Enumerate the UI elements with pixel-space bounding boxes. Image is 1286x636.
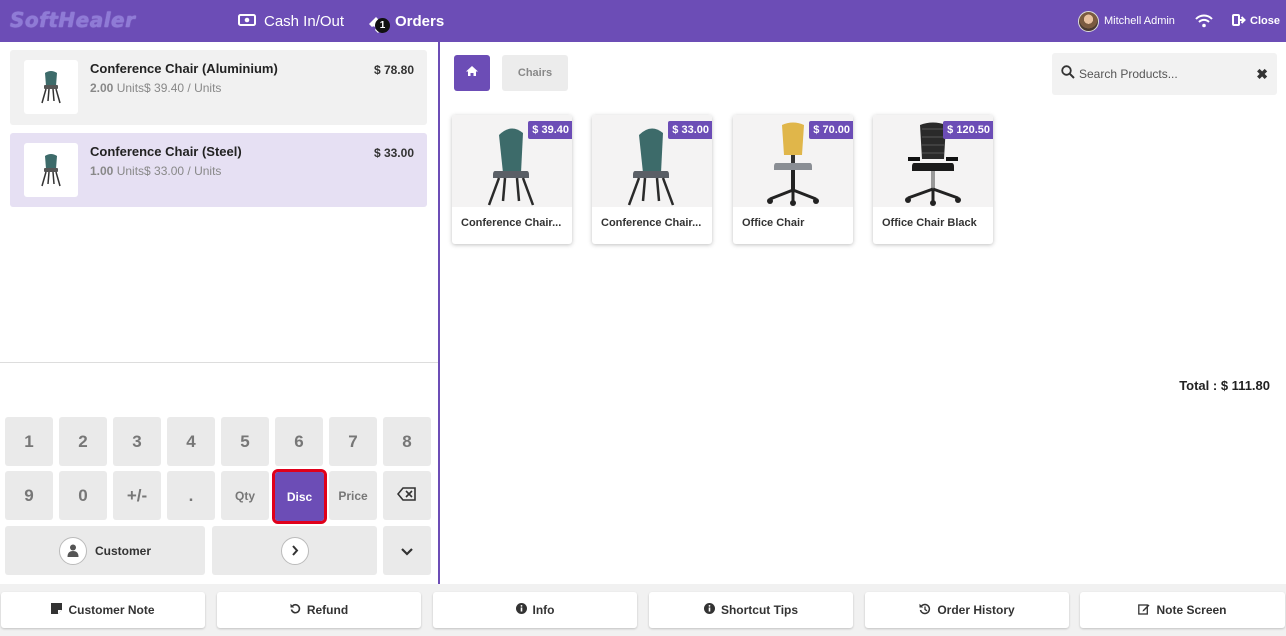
order-total: Total : $ 111.80 xyxy=(1179,378,1270,393)
product-card[interactable]: $ 120.50 Office Chair Black xyxy=(873,115,993,244)
note-screen-button[interactable]: Note Screen xyxy=(1080,592,1285,628)
product-card[interactable]: $ 70.00 Office Chair xyxy=(733,115,853,244)
bottom-action-bar: Customer Note Refund Info Shortcut Tips … xyxy=(0,584,1286,636)
numpad-key-0[interactable]: 0 xyxy=(59,471,107,520)
numpad-key-9[interactable]: 9 xyxy=(5,471,53,520)
payment-button[interactable] xyxy=(212,526,377,575)
product-name: Conference Chair... xyxy=(601,217,702,229)
order-line-qty: 2.00 Units$ 39.40 / Units xyxy=(90,81,221,95)
category-breadcrumb[interactable]: Chairs xyxy=(502,55,568,91)
refund-button[interactable]: Refund xyxy=(217,592,421,628)
product-thumbnail xyxy=(24,143,78,197)
product-card[interactable]: $ 39.40 Conference Chair... xyxy=(452,115,572,244)
more-options-button[interactable] xyxy=(383,526,431,575)
chevron-down-icon xyxy=(401,541,413,561)
order-line-unit-info: Units$ 39.40 / Units xyxy=(116,81,222,95)
info-icon xyxy=(703,603,715,617)
search-input[interactable] xyxy=(1079,67,1249,81)
user-menu[interactable]: Mitchell Admin xyxy=(1078,0,1175,42)
disc-mode-button[interactable]: Disc xyxy=(272,469,327,524)
customer-note-label: Customer Note xyxy=(68,603,155,617)
wifi-icon[interactable] xyxy=(1195,0,1213,42)
edit-icon xyxy=(1138,603,1150,618)
qty-mode-button[interactable]: Qty xyxy=(221,471,269,520)
cash-in-out-label: Cash In/Out xyxy=(264,12,345,30)
product-card[interactable]: $ 33.00 Conference Chair... xyxy=(592,115,712,244)
product-thumbnail xyxy=(24,60,78,114)
softhealer-logo: SoftHealer xyxy=(10,8,136,32)
backspace-icon xyxy=(396,486,417,506)
info-icon xyxy=(515,603,527,617)
order-line-name: Conference Chair (Steel) xyxy=(90,144,242,159)
numpad-key-4[interactable]: 4 xyxy=(167,417,215,466)
order-history-button[interactable]: Order History xyxy=(865,592,1069,628)
order-line-price: $ 78.80 xyxy=(373,63,414,77)
order-line-qty: 1.00 Units$ 33.00 / Units xyxy=(90,164,221,178)
product-price-tag: $ 39.40 xyxy=(528,121,572,139)
product-price-tag: $ 120.50 xyxy=(943,121,993,139)
close-button[interactable]: Close xyxy=(1232,0,1280,42)
customer-button[interactable]: Customer xyxy=(5,526,205,575)
order-line-qty-value: 1.00 xyxy=(90,164,114,178)
order-line-qty-value: 2.00 xyxy=(90,81,114,95)
orders-button[interactable]: 1 Orders xyxy=(367,0,444,42)
info-label: Info xyxy=(532,603,555,617)
order-history-label: Order History xyxy=(937,603,1015,617)
undo-icon xyxy=(290,603,301,617)
numpad-key-1[interactable]: 1 xyxy=(5,417,53,466)
orders-count-badge: 1 xyxy=(375,18,390,33)
customer-label: Customer xyxy=(94,543,151,558)
product-name: Office Chair Black xyxy=(882,217,977,229)
chevron-right-icon xyxy=(280,536,309,565)
numpad-key-plus-minus[interactable]: +/- xyxy=(113,471,161,520)
cash-in-out-button[interactable]: Cash In/Out xyxy=(238,0,344,42)
price-mode-button[interactable]: Price xyxy=(329,471,377,520)
product-search: ✖ xyxy=(1052,53,1277,95)
divider xyxy=(0,362,438,363)
order-line[interactable]: Conference Chair (Aluminium) 2.00 Units$… xyxy=(10,50,427,125)
info-button[interactable]: Info xyxy=(433,592,637,628)
numpad-key-decimal[interactable]: . xyxy=(167,471,215,520)
clear-search-icon[interactable]: ✖ xyxy=(1256,66,1268,83)
numpad-key-3[interactable]: 3 xyxy=(113,417,161,466)
product-name: Office Chair xyxy=(742,217,805,229)
sign-out-icon xyxy=(1232,13,1246,29)
numpad-key-5[interactable]: 5 xyxy=(221,417,269,466)
numpad-key-7[interactable]: 7 xyxy=(329,417,377,466)
user-name: Mitchell Admin xyxy=(1104,15,1175,27)
order-line-selected[interactable]: Conference Chair (Steel) 1.00 Units$ 33.… xyxy=(10,133,427,207)
history-icon xyxy=(919,603,931,618)
product-price-tag: $ 70.00 xyxy=(809,121,853,139)
top-bar: SoftHealer Cash In/Out 1 Orders Mitchell… xyxy=(0,0,1286,42)
money-icon xyxy=(238,13,256,30)
numpad-key-2[interactable]: 2 xyxy=(59,417,107,466)
avatar xyxy=(1078,10,1099,32)
shortcut-tips-button[interactable]: Shortcut Tips xyxy=(649,592,853,628)
product-price-tag: $ 33.00 xyxy=(668,121,712,139)
panel-divider xyxy=(438,42,440,584)
numpad-key-6[interactable]: 6 xyxy=(275,417,323,466)
numpad-key-8[interactable]: 8 xyxy=(383,417,431,466)
home-button[interactable] xyxy=(454,55,490,91)
note-icon xyxy=(51,603,63,617)
customer-note-button[interactable]: Customer Note xyxy=(1,592,205,628)
note-screen-label: Note Screen xyxy=(1156,603,1227,617)
shortcut-tips-label: Shortcut Tips xyxy=(720,603,799,617)
ticket-icon: 1 xyxy=(367,11,390,33)
home-icon xyxy=(465,64,479,82)
order-line-unit-info: Units$ 33.00 / Units xyxy=(116,164,222,178)
backspace-button[interactable] xyxy=(383,471,431,520)
order-line-name: Conference Chair (Aluminium) xyxy=(90,61,278,76)
close-label: Close xyxy=(1250,15,1280,27)
order-line-price: $ 33.00 xyxy=(373,146,414,160)
user-icon xyxy=(58,536,87,565)
orders-label: Orders xyxy=(395,12,445,30)
search-icon xyxy=(1061,64,1075,84)
product-name: Conference Chair... xyxy=(461,217,562,229)
refund-label: Refund xyxy=(306,603,349,617)
